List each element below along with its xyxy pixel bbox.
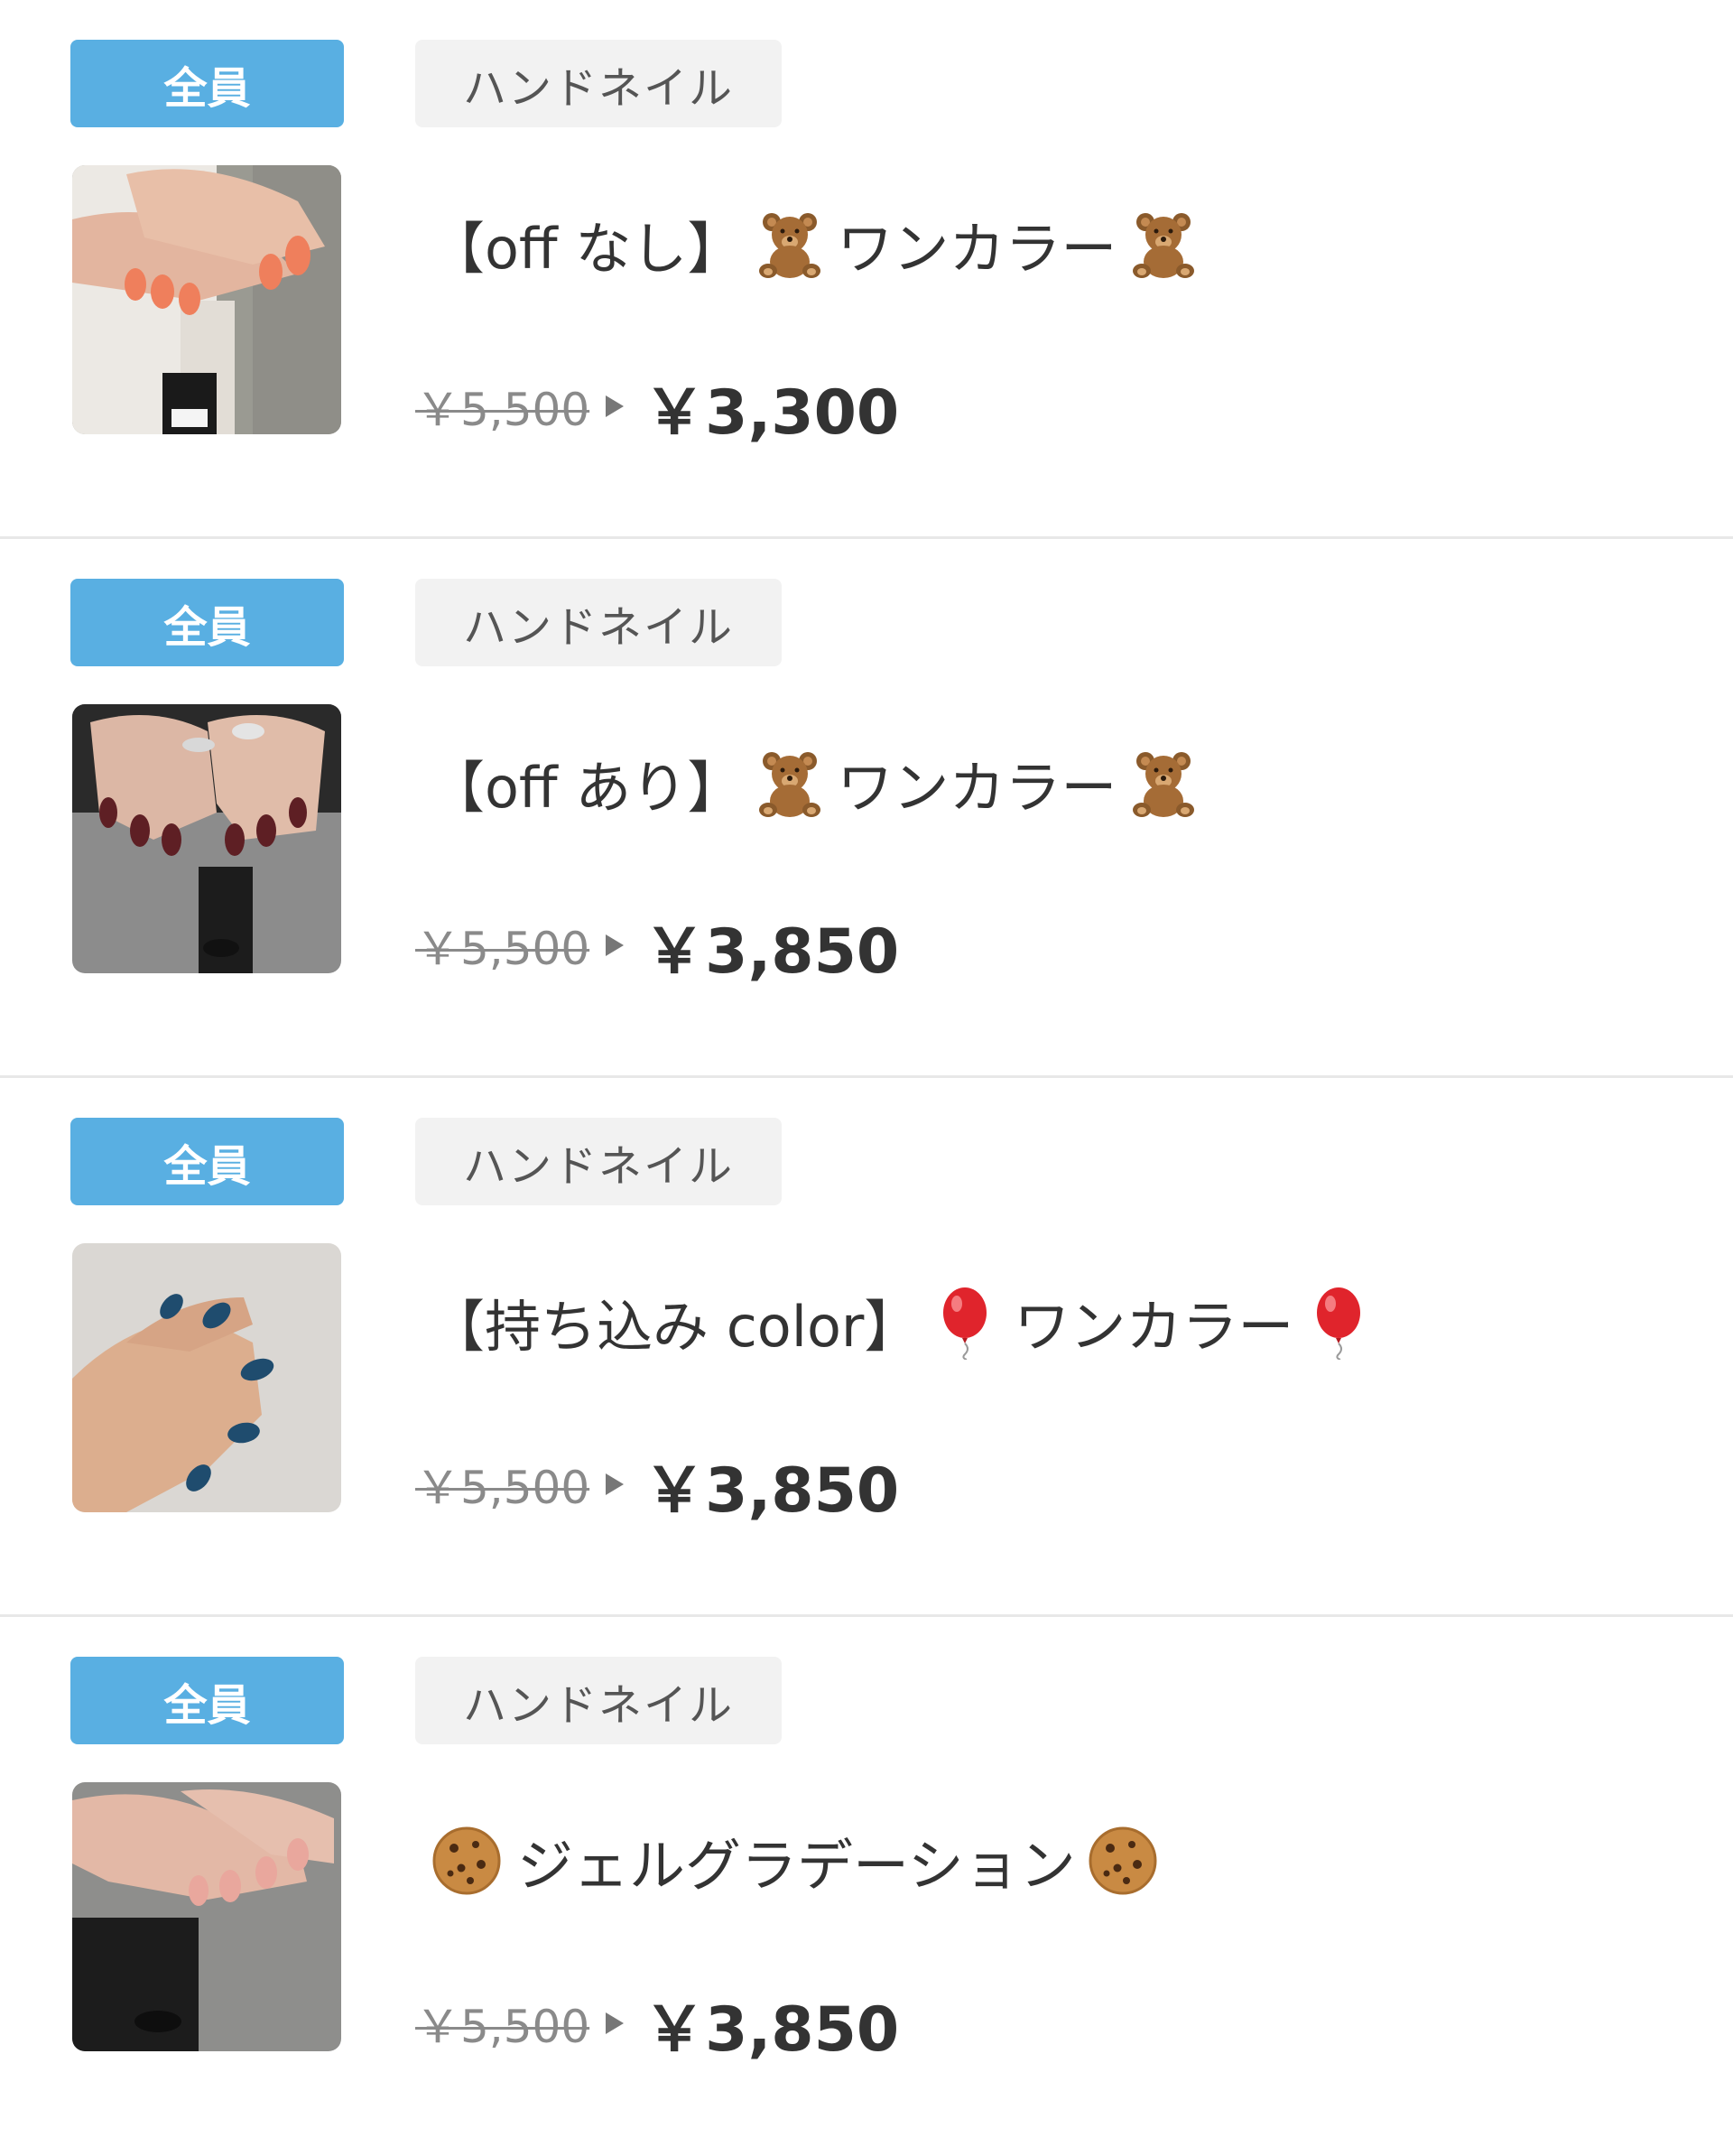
teddy-bear-icon — [752, 206, 828, 282]
burgundy-nails-photo — [72, 704, 341, 973]
original-price: ￥5,500 — [415, 923, 590, 975]
title-prefix: 【off なし】 — [429, 216, 744, 282]
badge-all-members: 全員 — [70, 1118, 344, 1205]
discounted-price: ￥3,850 — [644, 915, 900, 988]
menu-title: 【off なし】 ワンカラー — [429, 199, 1210, 289]
menu-title: ジェルグラデーション — [429, 1816, 1170, 1906]
menu-thumbnail[interactable] — [72, 704, 341, 973]
discounted-price: ￥3,850 — [644, 1993, 900, 2066]
teddy-bear-icon — [1126, 206, 1201, 282]
menu-title: 【off あり】 ワンカラー — [429, 738, 1210, 828]
title-prefix: 【持ち込み color】 — [429, 1294, 921, 1360]
menu-list: 全員 ハンドネイル 【off なし】 ワンカラー ￥5,500 ￥3,300 全… — [0, 0, 1733, 2095]
category-badge: ハンドネイル — [415, 40, 782, 127]
arrow-right-icon — [606, 395, 625, 417]
menu-title: 【持ち込み color】 ワンカラー — [429, 1277, 1387, 1367]
title-main: ワンカラー — [837, 755, 1117, 821]
red-balloon-icon — [1302, 1284, 1378, 1360]
original-price: ￥5,500 — [415, 2001, 590, 2053]
teddy-bear-icon — [752, 745, 828, 821]
price-row: ￥5,500 ￥3,850 — [415, 905, 899, 988]
title-main: ワンカラー — [1014, 1294, 1294, 1360]
category-badge: ハンドネイル — [415, 1657, 782, 1744]
menu-item[interactable]: 全員 ハンドネイル 【off なし】 ワンカラー ￥5,500 ￥3,300 — [0, 0, 1733, 539]
original-price: ￥5,500 — [415, 384, 590, 436]
arrow-right-icon — [606, 934, 625, 956]
menu-thumbnail[interactable] — [72, 165, 341, 434]
price-row: ￥5,500 ￥3,850 — [415, 1444, 899, 1527]
price-row: ￥5,500 ￥3,850 — [415, 1983, 899, 2066]
menu-item[interactable]: 全員 ハンドネイル 【持ち込み color】 ワンカラー ￥5,500 ￥3,8… — [0, 1078, 1733, 1617]
navy-nails-photo — [72, 1243, 341, 1512]
arrow-right-icon — [606, 1473, 625, 1495]
badge-all-members: 全員 — [70, 579, 344, 666]
category-badge: ハンドネイル — [415, 1118, 782, 1205]
category-badge: ハンドネイル — [415, 579, 782, 666]
red-balloon-icon — [929, 1284, 1005, 1360]
original-price: ￥5,500 — [415, 1462, 590, 1514]
teddy-bear-icon — [1126, 745, 1201, 821]
cookie-icon — [1085, 1823, 1161, 1899]
arrow-right-icon — [606, 2012, 625, 2034]
title-main: ジェルグラデーション — [517, 1833, 1076, 1899]
menu-thumbnail[interactable] — [72, 1243, 341, 1512]
coral-nails-photo — [72, 165, 341, 434]
badge-all-members: 全員 — [70, 40, 344, 127]
title-main: ワンカラー — [837, 216, 1117, 282]
discounted-price: ￥3,850 — [644, 1454, 900, 1527]
menu-thumbnail[interactable] — [72, 1782, 341, 2051]
badge-all-members: 全員 — [70, 1657, 344, 1744]
price-row: ￥5,500 ￥3,300 — [415, 366, 899, 449]
menu-item[interactable]: 全員 ハンドネイル 【off あり】 ワンカラー ￥5,500 ￥3,850 — [0, 539, 1733, 1078]
title-prefix: 【off あり】 — [429, 755, 744, 821]
discounted-price: ￥3,300 — [644, 376, 900, 449]
nude-nails-photo — [72, 1782, 341, 2051]
cookie-icon — [429, 1823, 505, 1899]
menu-item[interactable]: 全員 ハンドネイル ジェルグラデーション ￥5,500 ￥3,850 — [0, 1617, 1733, 2156]
